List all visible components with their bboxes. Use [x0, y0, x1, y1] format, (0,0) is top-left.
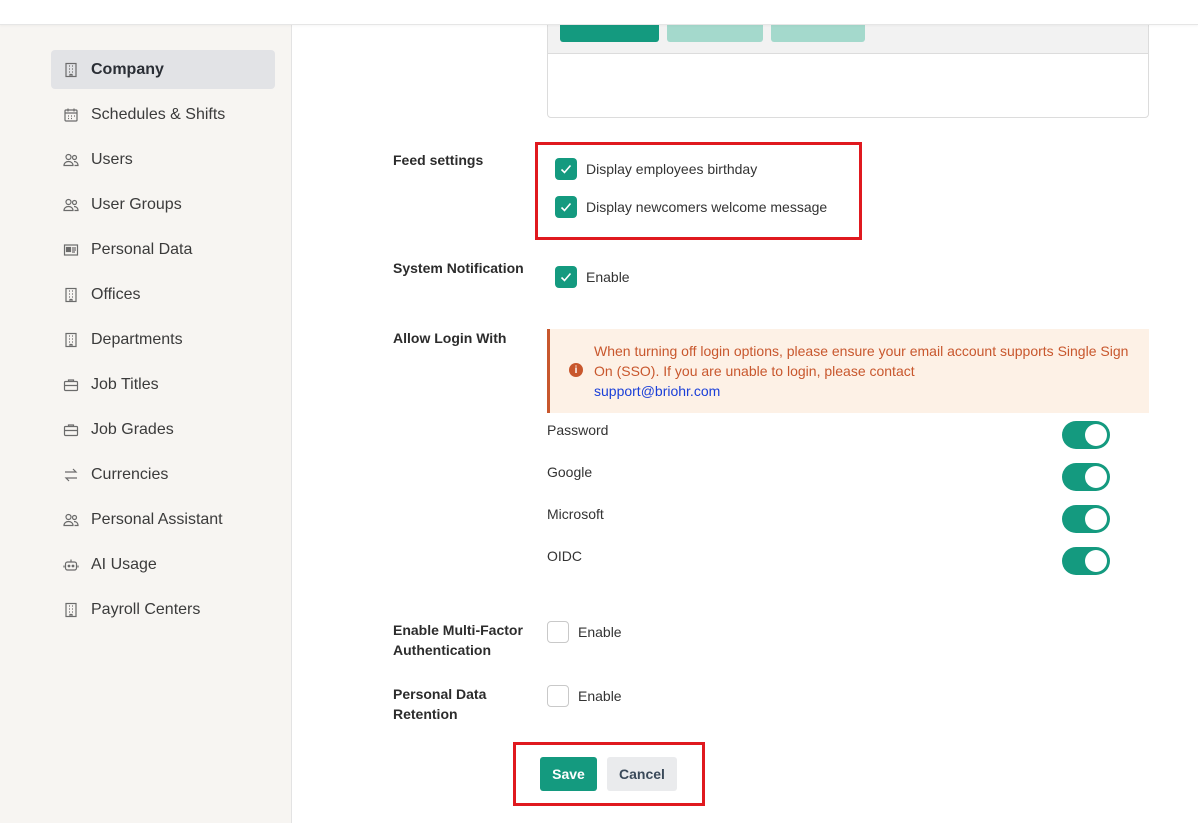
- users-icon: [63, 152, 79, 168]
- rich-text-editor[interactable]: [547, 15, 1149, 118]
- sidebar-item-label: Personal Assistant: [91, 510, 223, 528]
- sidebar-item-label: AI Usage: [91, 555, 157, 573]
- retention-checkbox-row[interactable]: Enable: [547, 685, 622, 707]
- system-notification-label: System Notification: [393, 260, 524, 276]
- calendar-icon: [63, 107, 79, 123]
- system-notification-checkbox-row[interactable]: Enable: [555, 266, 630, 288]
- sidebar-item-offices[interactable]: Offices: [51, 275, 275, 314]
- checkbox-label: Enable: [586, 269, 630, 285]
- users-icon: [63, 512, 79, 528]
- password-login-toggle[interactable]: [1062, 421, 1110, 449]
- feed-settings-label: Feed settings: [393, 152, 484, 168]
- sidebar-item-users[interactable]: Users: [51, 140, 275, 179]
- sidebar-item-job-grades[interactable]: Job Grades: [51, 410, 275, 449]
- id-card-icon: [63, 242, 79, 258]
- sidebar-item-payroll-centers[interactable]: Payroll Centers: [51, 590, 275, 629]
- sidebar-item-label: Job Grades: [91, 420, 174, 438]
- oidc-login-toggle[interactable]: [1062, 547, 1110, 575]
- sidebar-item-personal-assistant[interactable]: Personal Assistant: [51, 500, 275, 539]
- sso-warning-alert: i When turning off login options, please…: [547, 329, 1149, 413]
- info-icon: i: [569, 363, 583, 377]
- retention-label: Personal Data Retention: [393, 684, 486, 724]
- login-option-label: Password: [547, 422, 609, 438]
- checkbox-label: Enable: [578, 624, 622, 640]
- checkbox-label: Enable: [578, 688, 622, 704]
- sidebar-item-label: Schedules & Shifts: [91, 105, 226, 123]
- sidebar-item-label: Offices: [91, 285, 141, 303]
- actions-highlight: [513, 742, 705, 806]
- briefcase-icon: [63, 377, 79, 393]
- sidebar-item-label: Personal Data: [91, 240, 193, 258]
- alert-message: When turning off login options, please e…: [594, 343, 1129, 379]
- mfa-label-line1: Enable Multi-Factor: [393, 622, 523, 638]
- company-settings-form: Feed settings Display employees birthday…: [292, 15, 1198, 823]
- checkbox-unchecked[interactable]: [547, 621, 569, 643]
- building-icon: [63, 332, 79, 348]
- sidebar-item-ai-usage[interactable]: AI Usage: [51, 545, 275, 584]
- robot-icon: [63, 557, 79, 573]
- sidebar-item-company[interactable]: Company: [51, 50, 275, 89]
- building-icon: [63, 62, 79, 78]
- alert-text: When turning off login options, please e…: [594, 341, 1134, 401]
- briefcase-icon: [63, 422, 79, 438]
- top-bar: [0, 0, 1198, 25]
- sidebar-item-job-titles[interactable]: Job Titles: [51, 365, 275, 404]
- sidebar-item-label: Currencies: [91, 465, 169, 483]
- sidebar-item-label: Payroll Centers: [91, 600, 201, 618]
- support-email-link[interactable]: support@briohr.com: [594, 383, 720, 399]
- sidebar-item-label: User Groups: [91, 195, 182, 213]
- sidebar-item-label: Company: [91, 60, 164, 78]
- checkbox-unchecked[interactable]: [547, 685, 569, 707]
- sidebar-item-schedules-shifts[interactable]: Schedules & Shifts: [51, 95, 275, 134]
- allow-login-label: Allow Login With: [393, 330, 507, 346]
- sidebar-item-label: Job Titles: [91, 375, 159, 393]
- users-icon: [63, 197, 79, 213]
- login-option-label: Google: [547, 464, 593, 480]
- mfa-label-line2: Authentication: [393, 642, 491, 658]
- retention-label-line2: Retention: [393, 706, 458, 722]
- sidebar-item-label: Users: [91, 150, 133, 168]
- sidebar-item-currencies[interactable]: Currencies: [51, 455, 275, 494]
- mfa-checkbox-row[interactable]: Enable: [547, 621, 622, 643]
- mfa-label: Enable Multi-Factor Authentication: [393, 620, 523, 660]
- login-option-label: OIDC: [547, 548, 582, 564]
- sidebar-item-personal-data[interactable]: Personal Data: [51, 230, 275, 269]
- settings-sidebar: Company Schedules & Shifts Users User Gr…: [0, 25, 292, 823]
- building-icon: [63, 602, 79, 618]
- google-login-toggle[interactable]: [1062, 463, 1110, 491]
- building-icon: [63, 287, 79, 303]
- sidebar-item-user-groups[interactable]: User Groups: [51, 185, 275, 224]
- feed-settings-highlight: [535, 142, 862, 240]
- microsoft-login-toggle[interactable]: [1062, 505, 1110, 533]
- login-option-label: Microsoft: [547, 506, 604, 522]
- checkbox-checked[interactable]: [555, 266, 577, 288]
- exchange-icon: [63, 467, 79, 483]
- sidebar-item-departments[interactable]: Departments: [51, 320, 275, 359]
- sidebar-item-label: Departments: [91, 330, 183, 348]
- retention-label-line1: Personal Data: [393, 686, 487, 702]
